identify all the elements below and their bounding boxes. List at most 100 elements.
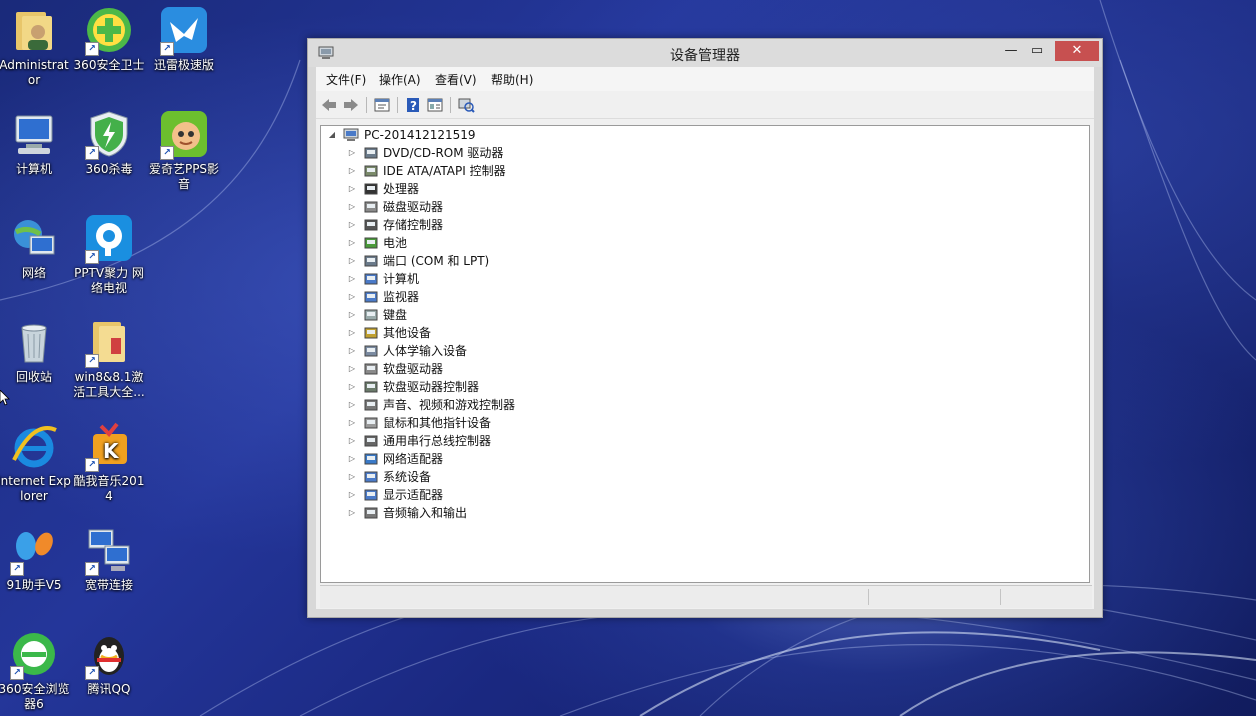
expand-arrow-icon[interactable]: ▷ [347,396,357,414]
expand-arrow-icon[interactable]: ▷ [347,378,357,396]
tree-item[interactable]: ▷ 其他设备 [347,324,647,342]
expand-arrow-icon[interactable]: ▷ [347,468,357,486]
tree-item-label: 声音、视频和游戏控制器 [383,398,516,412]
tree-item-label: 计算机 [383,272,420,286]
desktop-icon-label: 腾讯QQ [87,682,131,696]
device-tree[interactable]: ◢ PC-201412121519 ▷ DVD/CD-ROM 驱动器 ▷ IDE AT… [320,125,1090,583]
desktop-icon-label: 360安全卫士 [73,58,145,72]
desktop-icon-pps[interactable]: ↗ 爱奇艺PPS影音 [146,108,222,192]
menu-action[interactable]: 操作(A) [379,71,421,88]
back-icon[interactable] [320,97,338,113]
desktop-icon-label: 迅雷极速版 [153,58,214,72]
scan-icon[interactable] [457,97,475,113]
desktop-icon-computer[interactable]: 计算机 [0,108,72,177]
tree-item[interactable]: ▷ 显示适配器 [347,486,647,504]
status-cell [1000,589,1091,605]
tree-item[interactable]: ▷ 软盘驱动器控制器 [347,378,647,396]
desktop-icon-broadband[interactable]: ↗ 宽带连接 [71,524,147,593]
forward-icon[interactable] [342,97,360,113]
desktop-icon-360-browser[interactable]: ↗ 360安全浏览器6 [0,628,72,712]
toolbar: ? [316,92,1094,119]
tree-item[interactable]: ▷ 键盘 [347,306,647,324]
minimize-button[interactable]: — [1000,41,1022,61]
desktop-icon-label: Internet Explorer [0,474,71,503]
expand-arrow-icon[interactable]: ▷ [347,342,357,360]
properties-icon[interactable] [373,97,391,113]
expand-arrow-icon[interactable]: ▷ [347,306,357,324]
expand-arrow-icon[interactable]: ▷ [347,324,357,342]
toolbar-separator [366,97,367,113]
tree-item[interactable]: ▷ 通用串行总线控制器 [347,432,647,450]
desktop-icon-91-assistant[interactable]: ↗ 91助手V5 [0,524,72,593]
expand-arrow-icon[interactable]: ▷ [347,414,357,432]
tree-item-label: 磁盘驱动器 [383,200,444,214]
expand-arrow-icon[interactable]: ▷ [347,450,357,468]
computer-icon [15,115,53,154]
expand-arrow-icon[interactable]: ▷ [347,504,357,522]
title-bar[interactable]: 设备管理器 — ▭ ✕ [308,39,1102,67]
battery-icon [364,237,378,249]
tree-item[interactable]: ▷ 端口 (COM 和 LPT) [347,252,647,270]
tree-item[interactable]: ▷ 电池 [347,234,647,252]
help-icon[interactable]: ? [404,97,422,113]
tree-item-label: 键盘 [383,308,408,322]
tree-item[interactable]: ▷ 监视器 [347,288,647,306]
expand-arrow-icon[interactable]: ▷ [347,180,357,198]
expand-arrow-icon[interactable]: ▷ [347,360,357,378]
device-manager-window[interactable]: 设备管理器 — ▭ ✕ 文件(F) 操作(A) 查看(V) 帮助(H) ? ◢ [307,38,1103,618]
tree-item-label: 鼠标和其他指针设备 [383,416,492,430]
expand-arrow-icon[interactable]: ▷ [347,216,357,234]
desktop-icon-qq[interactable]: ↗ 腾讯QQ [71,628,147,697]
tree-item[interactable]: ▷ DVD/CD-ROM 驱动器 [347,144,647,162]
desktop-icon-xunlei[interactable]: ↗ 迅雷极速版 [146,4,222,73]
desktop-icon-pptv[interactable]: ↗ PPTV聚力 网络电视 [71,212,147,296]
tree-item[interactable]: ▷ 计算机 [347,270,647,288]
tree-item[interactable]: ▷ 存储控制器 [347,216,647,234]
tree-root[interactable]: ◢ PC-201412121519 [327,126,627,144]
desktop-icon-administrator[interactable]: Administrator [0,4,72,88]
desktop-icon-label: 酷我音乐2014 [73,474,145,503]
expand-arrow-icon[interactable]: ▷ [347,162,357,180]
tree-item[interactable]: ▷ 磁盘驱动器 [347,198,647,216]
keyboard-icon [364,309,378,321]
view-icon[interactable] [426,97,444,113]
menu-file[interactable]: 文件(F) [326,71,366,88]
desktop-icon-recycle-bin[interactable]: 回收站 [0,316,72,385]
desktop-icon-kuwo[interactable]: K ↗ 酷我音乐2014 [71,420,147,504]
desktop-icon-360-antivirus[interactable]: ↗ 360杀毒 [71,108,147,177]
maximize-button[interactable]: ▭ [1026,41,1048,61]
shortcut-arrow-icon: ↗ [160,42,174,56]
expand-arrow-icon[interactable]: ▷ [347,144,357,162]
desktop-icon-network[interactable]: 网络 [0,212,72,281]
menu-view[interactable]: 查看(V) [435,71,477,88]
menu-help[interactable]: 帮助(H) [491,71,533,88]
collapse-arrow-icon[interactable]: ◢ [327,126,337,144]
tree-root-label: PC-201412121519 [364,128,476,142]
tree-item[interactable]: ▷ 音频输入和输出 [347,504,647,522]
expand-arrow-icon[interactable]: ▷ [347,270,357,288]
tree-item[interactable]: ▷ 网络适配器 [347,450,647,468]
expand-arrow-icon[interactable]: ▷ [347,234,357,252]
close-button[interactable]: ✕ [1055,41,1099,61]
expand-arrow-icon[interactable]: ▷ [347,198,357,216]
tree-item[interactable]: ▷ 软盘驱动器 [347,360,647,378]
shortcut-arrow-icon: ↗ [85,666,99,680]
tree-item[interactable]: ▷ 人体学输入设备 [347,342,647,360]
desktop-icon-win8-tools[interactable]: ↗ win8&8.1激活工具大全... [71,316,147,400]
tree-item[interactable]: ▷ 鼠标和其他指针设备 [347,414,647,432]
close-icon: ✕ [1071,43,1083,58]
tree-item[interactable]: ▷ IDE ATA/ATAPI 控制器 [347,162,647,180]
desktop-icon-ie[interactable]: Internet Explorer [0,420,72,504]
computer-icon [364,273,378,285]
tree-item[interactable]: ▷ 系统设备 [347,468,647,486]
expand-arrow-icon[interactable]: ▷ [347,252,357,270]
expand-arrow-icon[interactable]: ▷ [347,486,357,504]
expand-arrow-icon[interactable]: ▷ [347,288,357,306]
desktop-icon-360-safe[interactable]: ↗ 360安全卫士 [71,4,147,73]
menu-bar: 文件(F) 操作(A) 查看(V) 帮助(H) [316,67,1094,91]
dvd-drive-icon [364,147,378,159]
tree-item[interactable]: ▷ 处理器 [347,180,647,198]
tree-item[interactable]: ▷ 声音、视频和游戏控制器 [347,396,647,414]
expand-arrow-icon[interactable]: ▷ [347,432,357,450]
hid-icon [364,345,378,357]
